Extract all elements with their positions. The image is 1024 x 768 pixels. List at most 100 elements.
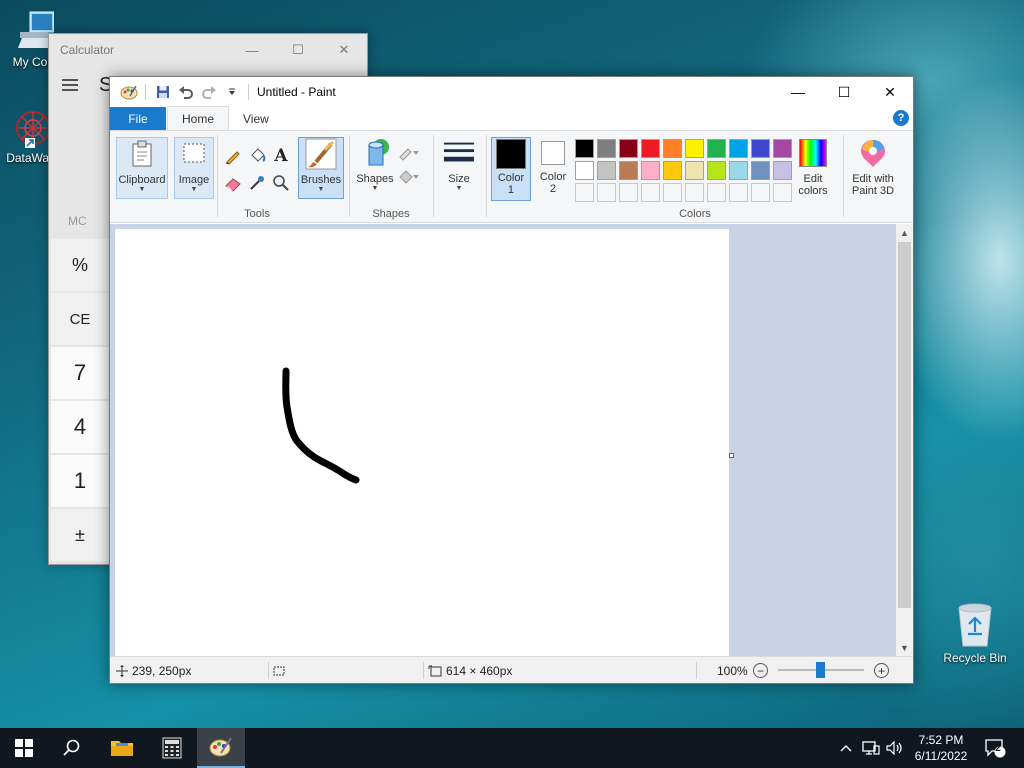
color-swatch[interactable] — [619, 139, 638, 158]
zoom-in-icon[interactable]: + — [874, 663, 889, 678]
clear-entry-key[interactable]: CE — [51, 293, 109, 345]
close-button[interactable]: ✕ — [867, 77, 913, 107]
custom-color-slot[interactable] — [641, 183, 660, 202]
color-swatch[interactable] — [773, 139, 792, 158]
windows-logo-icon — [15, 739, 33, 757]
customize-toolbar-icon[interactable] — [221, 81, 243, 103]
chevron-up-icon — [840, 745, 852, 752]
paint-titlebar[interactable]: Untitled - Paint — ☐ ✕ — [110, 77, 913, 107]
color-swatch[interactable] — [685, 161, 704, 180]
network-icon — [862, 741, 880, 755]
start-button[interactable] — [0, 728, 48, 768]
custom-color-slot[interactable] — [685, 183, 704, 202]
color-swatch[interactable] — [575, 139, 594, 158]
color-swatch[interactable] — [751, 139, 770, 158]
volume-button[interactable] — [884, 728, 906, 768]
maximize-button[interactable]: ☐ — [275, 34, 321, 66]
paint-app-icon[interactable] — [118, 81, 140, 103]
hamburger-menu-icon[interactable] — [61, 76, 79, 97]
size-button[interactable]: Size ▼ — [438, 137, 480, 199]
network-button[interactable] — [860, 728, 882, 768]
color-swatch[interactable] — [729, 139, 748, 158]
custom-color-slot[interactable] — [729, 183, 748, 202]
custom-color-slot[interactable] — [597, 183, 616, 202]
color-swatch[interactable] — [641, 139, 660, 158]
color-swatch[interactable] — [751, 161, 770, 180]
clock[interactable]: 7:52 PM 6/11/2022 — [906, 732, 976, 764]
maximize-button[interactable]: ☐ — [821, 77, 867, 107]
tab-view[interactable]: View — [229, 107, 283, 130]
action-center-button[interactable]: 2 — [980, 728, 1010, 768]
custom-color-slot[interactable] — [619, 183, 638, 202]
percent-key[interactable]: % — [51, 239, 109, 291]
help-icon[interactable]: ? — [893, 110, 909, 126]
color-swatch[interactable] — [773, 161, 792, 180]
clipboard-button[interactable]: Clipboard ▼ — [116, 137, 168, 199]
tab-home[interactable]: Home — [167, 106, 230, 130]
custom-color-slot[interactable] — [575, 183, 594, 202]
edit-with-paint3d-button[interactable]: Edit with Paint 3D — [846, 137, 900, 201]
taskbar-paint[interactable] — [197, 728, 245, 768]
color-swatch[interactable] — [619, 161, 638, 180]
digit-7-key[interactable]: 7 — [51, 347, 109, 399]
show-hidden-icons-button[interactable] — [836, 728, 856, 768]
magnifier-icon[interactable] — [270, 172, 292, 194]
color-swatch[interactable] — [663, 139, 682, 158]
digit-4-key[interactable]: 4 — [51, 401, 109, 453]
custom-color-slot[interactable] — [751, 183, 770, 202]
color-swatch[interactable] — [663, 161, 682, 180]
text-icon[interactable]: A — [270, 145, 292, 167]
color-swatch[interactable] — [641, 161, 660, 180]
quick-access-toolbar — [110, 77, 255, 107]
vertical-scrollbar[interactable]: ▲ ▼ — [896, 224, 913, 656]
custom-color-slot[interactable] — [663, 183, 682, 202]
taskbar-file-explorer[interactable] — [98, 728, 146, 768]
digit-1-key[interactable]: 1 — [51, 455, 109, 507]
save-icon[interactable] — [152, 81, 174, 103]
color2-button[interactable]: Color 2 — [535, 137, 571, 201]
zoom-out-icon[interactable]: − — [753, 663, 768, 678]
fill-icon[interactable] — [398, 165, 420, 187]
color-swatch[interactable] — [575, 161, 594, 180]
custom-color-slot[interactable] — [773, 183, 792, 202]
undo-icon[interactable] — [175, 81, 197, 103]
color-swatch[interactable] — [707, 161, 726, 180]
tools-group-label: Tools — [244, 208, 270, 220]
paint-window[interactable]: Untitled - Paint — ☐ ✕ File Home View ? … — [109, 76, 914, 684]
desktop-icon-recycle-bin[interactable]: Recycle Bin — [940, 602, 1010, 665]
negate-key[interactable]: ± — [51, 509, 109, 561]
color-picker-icon[interactable] — [246, 172, 268, 194]
fill-bucket-icon[interactable] — [246, 145, 268, 167]
tab-file[interactable]: File — [110, 107, 166, 130]
shapes-button[interactable]: Shapes ▼ — [354, 137, 396, 199]
close-button[interactable]: ✕ — [321, 34, 367, 66]
scroll-thumb[interactable] — [898, 242, 911, 608]
brushes-button[interactable]: Brushes ▼ — [298, 137, 344, 199]
edit-colors-button[interactable]: Edit colors — [791, 137, 835, 201]
taskbar-calculator[interactable] — [148, 728, 196, 768]
scroll-up-icon[interactable]: ▲ — [896, 224, 913, 241]
canvas-area[interactable] — [110, 224, 896, 656]
color-swatch[interactable] — [685, 139, 704, 158]
paint-icon — [209, 737, 232, 757]
scroll-down-icon[interactable]: ▼ — [896, 639, 913, 656]
color1-button[interactable]: Color 1 — [491, 137, 531, 201]
redo-icon[interactable] — [198, 81, 220, 103]
color-swatch[interactable] — [597, 161, 616, 180]
search-button[interactable] — [48, 728, 96, 768]
clipboard-label: Clipboard — [118, 174, 166, 186]
image-button[interactable]: Image ▼ — [174, 137, 214, 199]
color-swatch[interactable] — [707, 139, 726, 158]
canvas-resize-handle[interactable] — [729, 453, 734, 458]
eraser-icon[interactable] — [222, 172, 244, 194]
outline-icon[interactable] — [398, 141, 420, 163]
minimize-button[interactable]: — — [229, 34, 275, 66]
custom-color-slot[interactable] — [707, 183, 726, 202]
minimize-button[interactable]: — — [775, 77, 821, 107]
zoom-slider-thumb[interactable] — [816, 662, 825, 678]
color-swatch[interactable] — [729, 161, 748, 180]
drawing-canvas[interactable] — [115, 229, 729, 656]
memory-clear-button[interactable]: MC — [68, 214, 87, 228]
color-swatch[interactable] — [597, 139, 616, 158]
pencil-icon[interactable] — [222, 145, 244, 167]
